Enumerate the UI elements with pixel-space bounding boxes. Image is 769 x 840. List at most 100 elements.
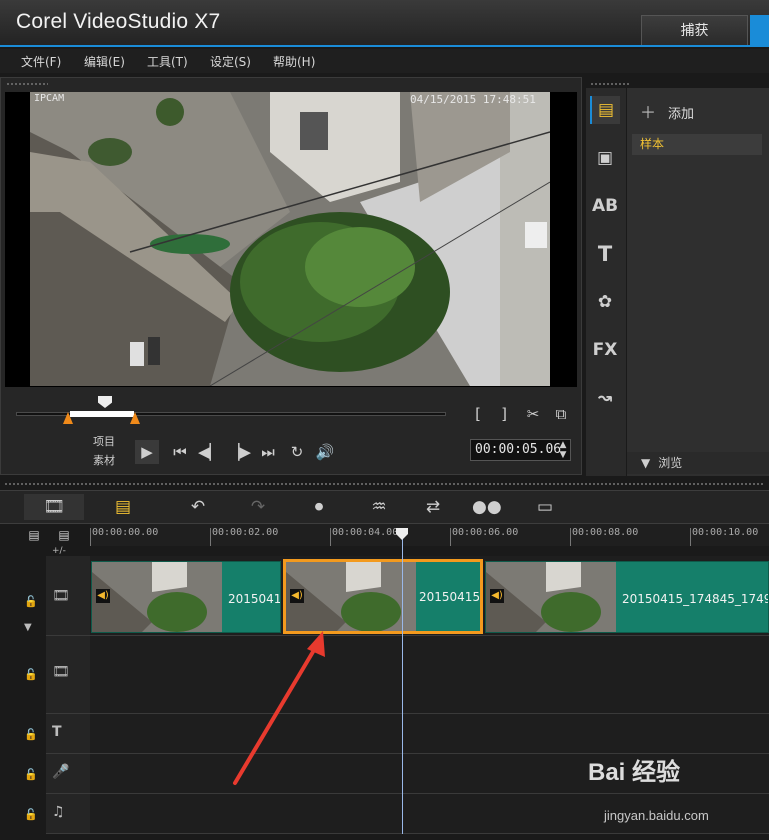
audio-icon: ◀) [490,589,504,603]
clip-thumbnail [286,562,416,631]
title-track[interactable] [90,714,769,754]
panel-grip [6,82,48,86]
mark-in-button[interactable]: [ [472,406,484,422]
filter-icon[interactable]: FX [590,336,620,364]
video-overlay-camera: IPCAM [34,93,65,104]
volume-icon[interactable]: 🔊 [314,444,336,460]
overlay-track-icon: 🎞 [52,664,70,680]
ruler-tick [690,528,691,546]
trim-in-marker[interactable] [63,412,73,424]
menu-settings[interactable]: 设定(S) [210,53,251,70]
lock-icon[interactable]: 🔓 [24,595,38,608]
mode-clip-label[interactable]: 素材 [93,452,115,468]
baidu-jingyan-logo: Bai 经验 [588,759,681,786]
ripple-edit-icon[interactable]: ▤ [54,527,74,543]
annotation-arrow [233,631,325,785]
graphic-icon[interactable]: ✿ [590,288,620,316]
clip-thumbnail [486,562,616,632]
track-expand-icon[interactable]: ▼ [24,622,32,633]
library-browse-label: 浏览 [658,456,683,470]
transition-icon[interactable]: AB [590,192,620,220]
media-icon[interactable]: ▤ [590,96,620,124]
ruler-time: 00:00:08.00 [572,527,639,538]
timeline-grip [4,482,765,486]
ruler-tick [450,528,451,546]
timecode-field[interactable]: 00:00:05.06 [470,439,571,461]
library-add-button[interactable]: ＋ 添加 [640,99,694,123]
music-track-icon: ♫ [52,804,65,820]
menu-bar: 文件(F) 编辑(E) 工具(T) 设定(S) 帮助(H) [0,49,769,73]
track-manager-icon[interactable]: ▤ [110,494,136,520]
ruler-time: 00:00:10.00 [692,527,759,538]
instant-project-icon[interactable]: ▣ [590,144,620,172]
tab-capture[interactable]: 捕获 [641,15,748,45]
lock-icon[interactable]: 🔓 [24,668,38,681]
lock-icon[interactable]: 🔓 [24,768,38,781]
add-remove-track-label[interactable]: +/- [52,546,66,556]
enlarge-preview-icon[interactable]: ⧉ [552,406,570,422]
menu-file[interactable]: 文件(F) [21,53,61,70]
library-add-label: 添加 [668,107,695,122]
timeline-clip[interactable]: ◀) 20150415_174845_17490 [485,561,769,633]
title-icon[interactable]: T [590,240,620,268]
next-frame-icon[interactable]: ▕▶ [228,444,251,460]
repeat-icon[interactable]: ↻ [287,444,307,460]
preview-video-frame [30,92,550,386]
video-track-icon: 🎞 [52,588,70,604]
tab-edit[interactable] [750,15,769,45]
timecode-spinner[interactable]: ▲ ▼ [557,440,569,460]
menu-help[interactable]: 帮助(H) [273,53,315,70]
trim-out-marker[interactable] [130,412,140,424]
previous-frame-icon[interactable]: ◀▏ [198,444,221,460]
path-icon[interactable]: ↝ [590,384,620,412]
panel-grip [590,82,630,86]
undo-icon[interactable]: ↶ [186,494,210,520]
mark-out-button[interactable]: ] [498,406,510,422]
clip-label: 20150415_174845_17490 [622,592,769,606]
clip-thumbnail [92,562,222,632]
browse-icon: ▼ [641,456,651,470]
trim-range [70,411,134,417]
ruler-tick [90,528,91,546]
title-track-icon: T [52,724,62,740]
sound-mixer-icon[interactable]: ♒ [366,494,392,520]
timeline-clip[interactable]: ◀) 20150415 [91,561,281,633]
lock-icon[interactable]: 🔓 [24,728,38,741]
menu-tools[interactable]: 工具(T) [147,53,188,70]
timeline-ruler[interactable] [90,524,769,546]
timeline-clip-selected[interactable]: ◀) 20150415 [283,559,483,634]
audio-icon: ◀) [96,589,110,603]
ruler-time: 00:00:02.00 [212,527,279,538]
overlay-track[interactable] [90,636,769,714]
ruler-tick [210,528,211,546]
plus-icon: ＋ [640,103,657,122]
video-overlay-timestamp: 04/15/2015 17:48:51 [410,93,536,106]
lock-icon[interactable]: 🔓 [24,808,38,821]
menu-edit[interactable]: 编辑(E) [84,53,125,70]
ruler-tick [570,528,571,546]
clip-label: 20150415 [228,592,281,606]
ruler-tick [330,528,331,546]
timeline-playhead[interactable] [402,528,403,834]
show-all-tracks-icon[interactable]: ▤ [24,527,44,543]
watermark-url: jingyan.baidu.com [604,808,709,823]
storyboard-view-icon[interactable]: 🎞 [24,494,84,520]
ruler-time: 00:00:00.00 [92,527,159,538]
library-browse-button[interactable]: ▼ 浏览 [627,452,769,474]
play-icon[interactable]: ▶ [135,440,159,464]
audio-icon: ◀) [290,589,304,603]
app-title: Corel VideoStudio X7 [16,10,221,33]
auto-music-icon[interactable]: ⇄ [420,494,446,520]
redo-icon[interactable]: ↷ [246,494,270,520]
motion-tracking-icon[interactable]: ●● [472,494,502,520]
end-icon[interactable]: ⏭ [258,444,278,460]
home-icon[interactable]: ⏮ [170,444,190,460]
mode-project-label[interactable]: 项目 [93,433,115,449]
record-capture-icon[interactable]: ⏺ [306,494,332,520]
subtitle-editor-icon[interactable]: ▭ [532,494,558,520]
voice-track-icon: 🎤 [52,764,70,780]
split-clip-icon[interactable]: ✂ [524,406,542,422]
library-folder-sample[interactable]: 样本 [632,134,762,155]
ruler-time: 00:00:06.00 [452,527,519,538]
title-bar: Corel VideoStudio X7 捕获 [0,0,769,47]
